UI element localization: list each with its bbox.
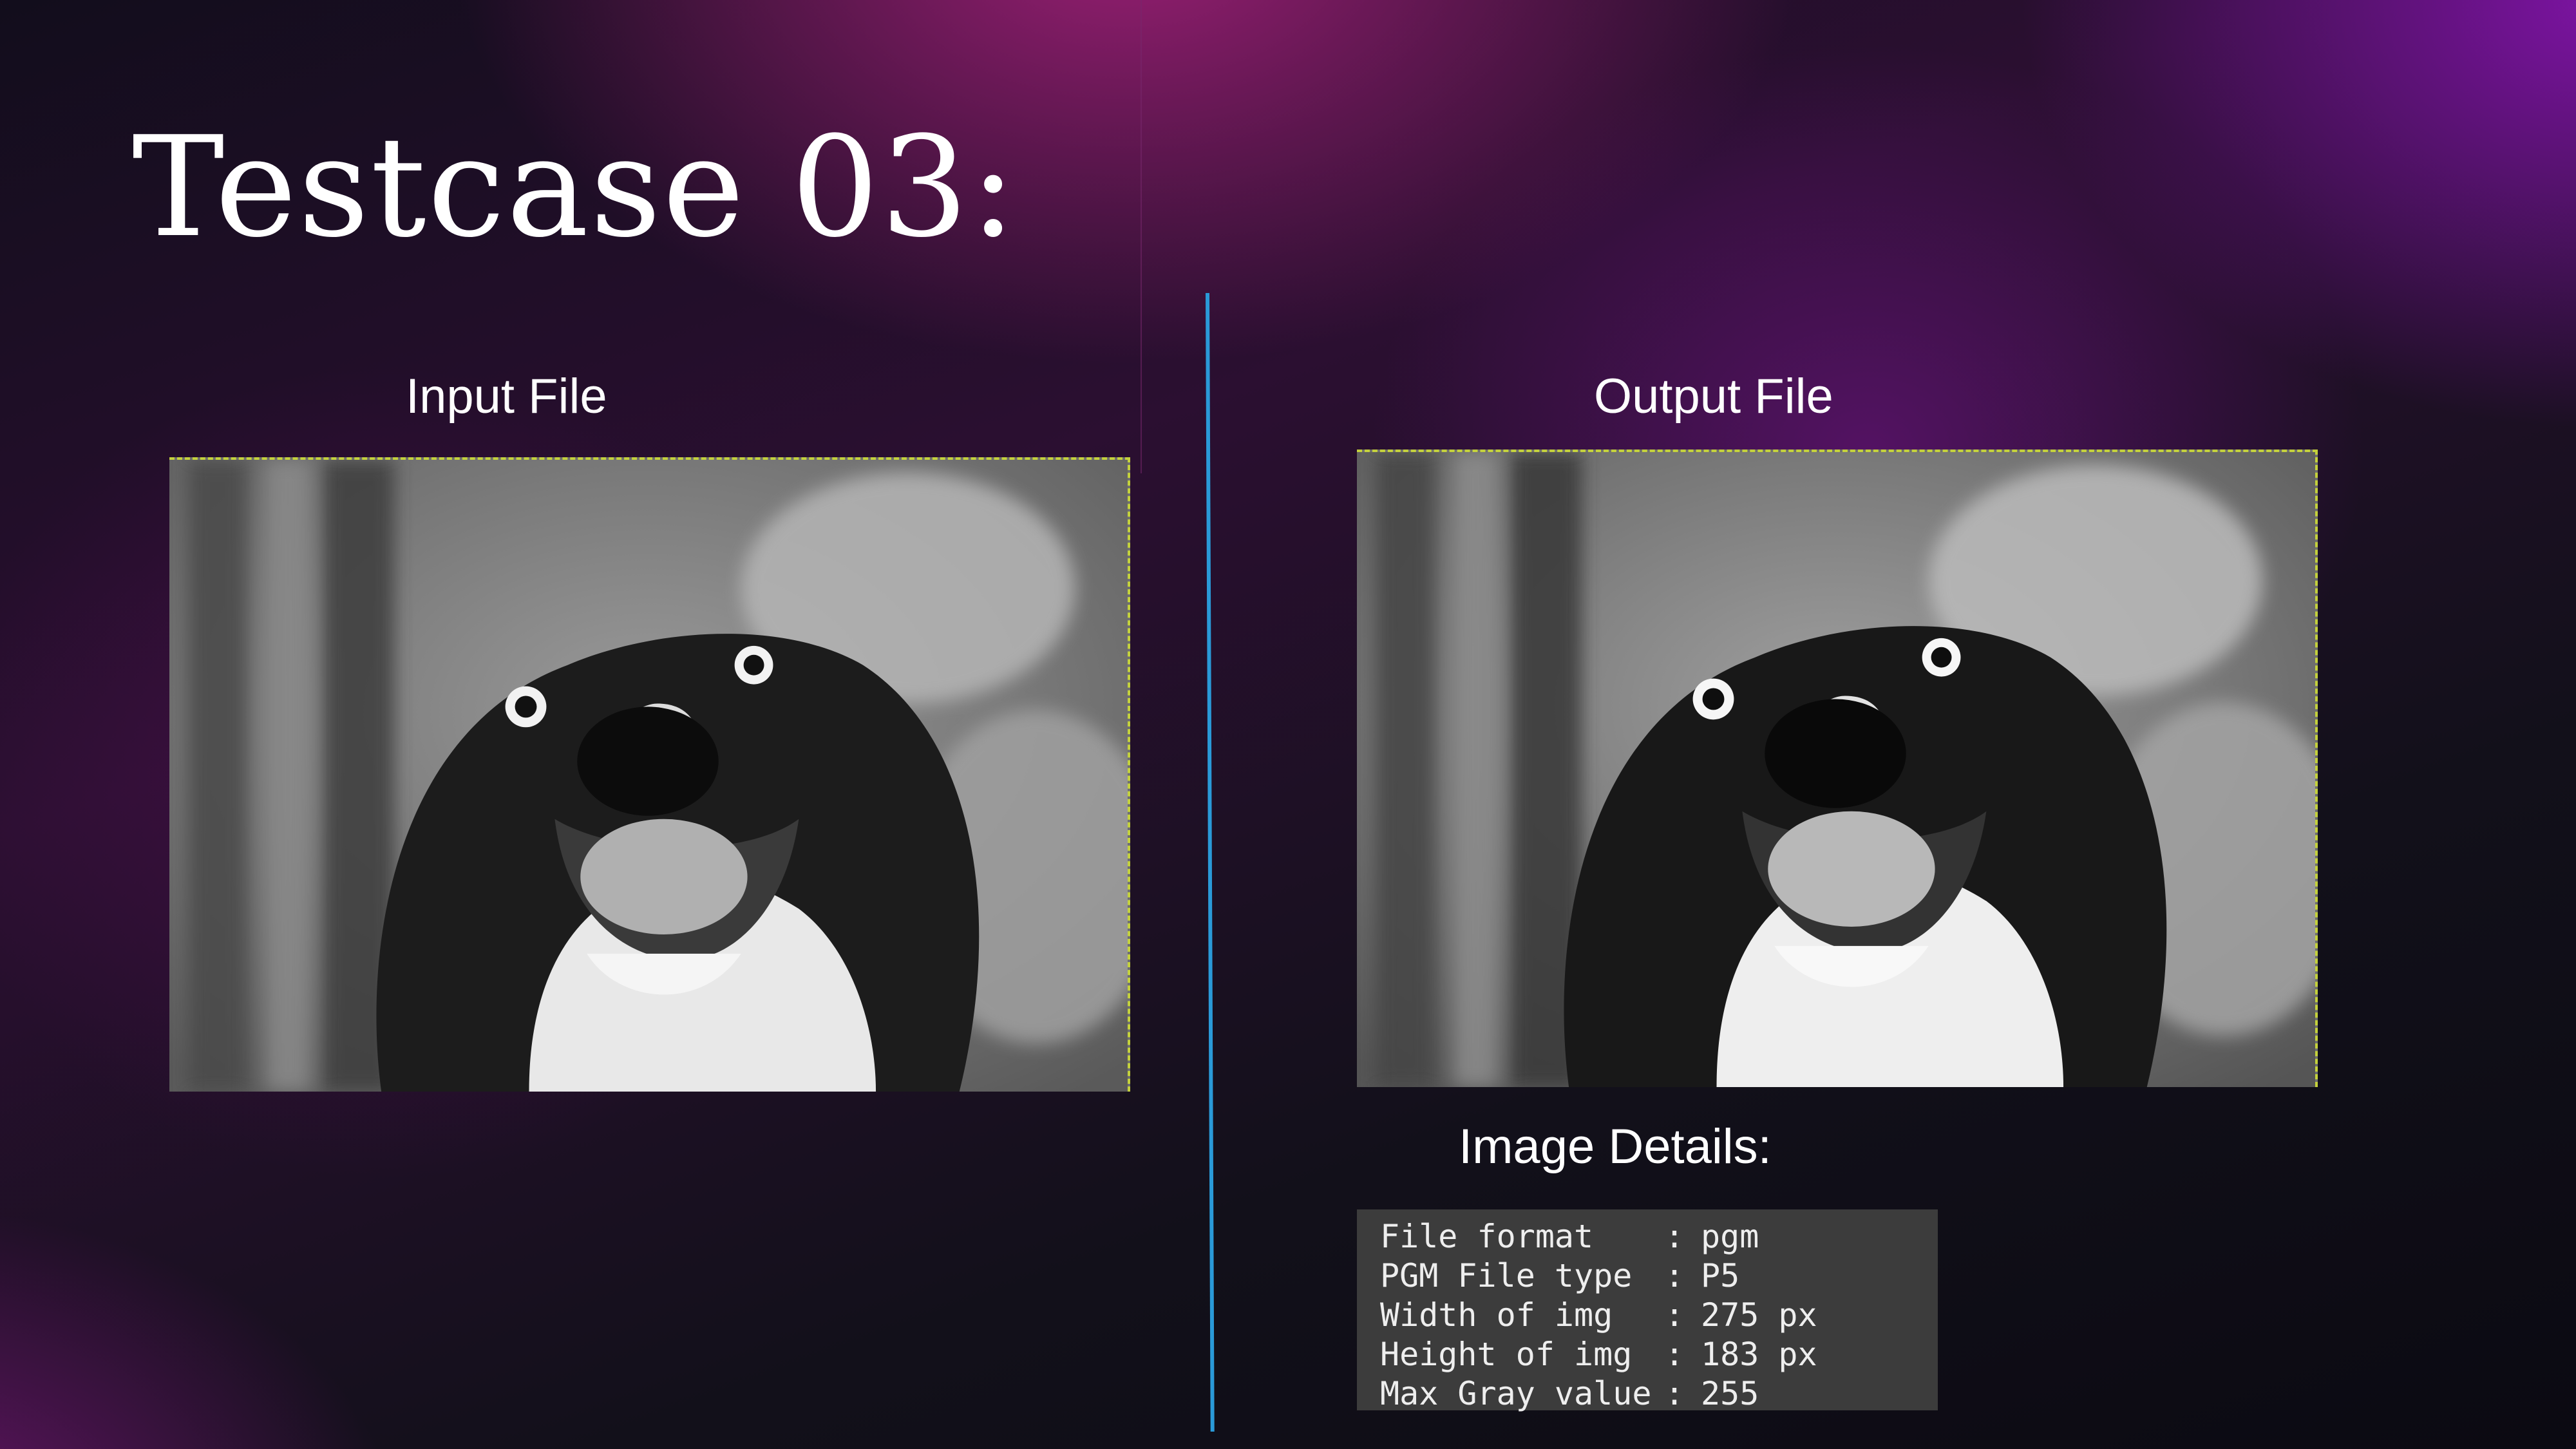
details-value: P5: [1701, 1257, 1740, 1294]
details-row-max-gray: Max Gray value : 255: [1380, 1374, 1938, 1414]
details-separator: :: [1665, 1375, 1685, 1412]
image-details-label: Image Details:: [1459, 1119, 1772, 1174]
details-value: 255: [1701, 1375, 1759, 1412]
details-key: File format: [1380, 1218, 1594, 1255]
output-image: [1357, 450, 2318, 1087]
details-row-width: Width of img : 275 px: [1380, 1296, 1938, 1335]
details-separator: :: [1665, 1257, 1685, 1294]
details-key: Max Gray value: [1380, 1375, 1652, 1412]
slide-title: Testcase 03:: [132, 106, 1018, 268]
details-separator: :: [1665, 1336, 1685, 1373]
details-key: PGM File type: [1380, 1257, 1633, 1294]
dog-photo-output: [1357, 452, 2315, 1087]
details-key: Width of img: [1380, 1296, 1613, 1334]
details-value: pgm: [1701, 1218, 1759, 1255]
details-key: Height of img: [1380, 1336, 1633, 1373]
details-separator: :: [1665, 1296, 1685, 1334]
details-separator: :: [1665, 1218, 1685, 1255]
details-row-pgm-file-type: PGM File type : P5: [1380, 1256, 1938, 1296]
input-image: [169, 457, 1130, 1092]
dog-photo-input: [169, 460, 1128, 1092]
details-value: 275 px: [1701, 1296, 1817, 1334]
background-divider: [1141, 0, 1142, 473]
image-details-panel: File format : pgm PGM File type : P5 Wid…: [1357, 1209, 1938, 1412]
details-row-file-format: File format : pgm: [1380, 1217, 1938, 1256]
details-row-height: Height of img : 183 px: [1380, 1335, 1938, 1374]
details-value: 183 px: [1701, 1336, 1817, 1373]
output-file-label: Output File: [1594, 369, 1833, 424]
input-file-label: Input File: [406, 369, 607, 424]
